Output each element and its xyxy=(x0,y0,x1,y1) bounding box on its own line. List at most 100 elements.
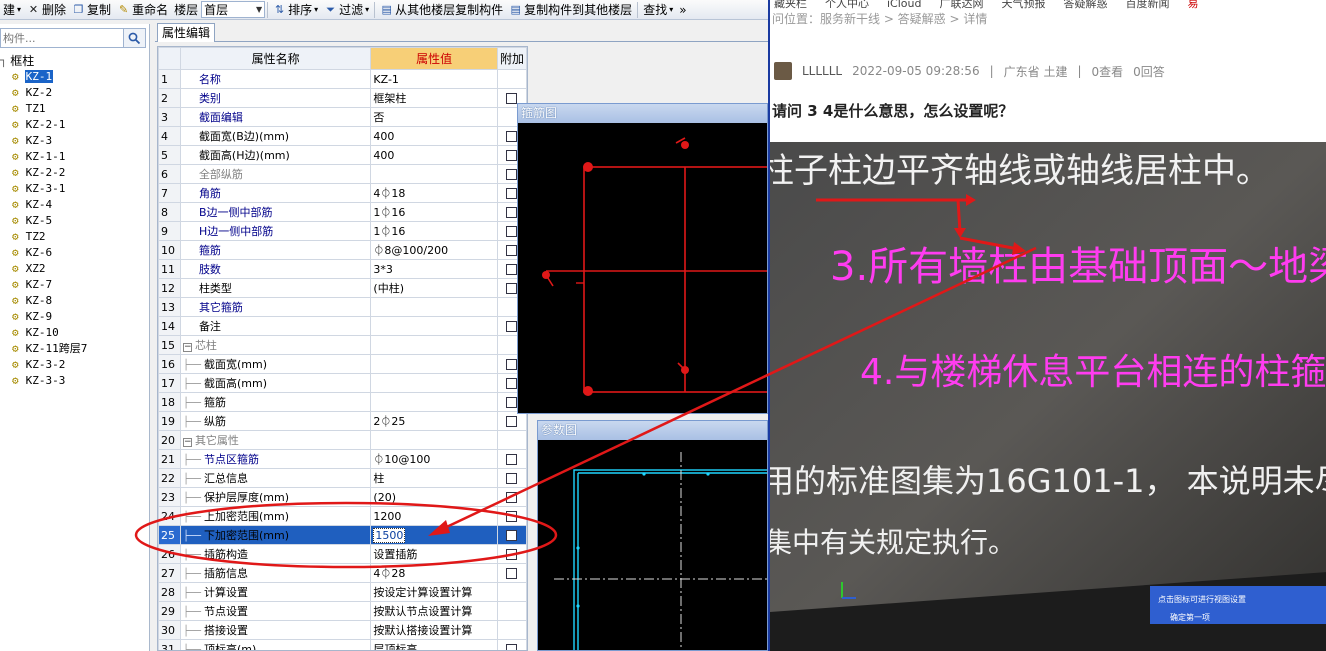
copy-from-floor-button[interactable]: ▤ 从其他楼层复制构件 xyxy=(377,0,506,19)
property-row[interactable]: 2 类别 框架柱 xyxy=(158,88,527,108)
attach-checkbox[interactable] xyxy=(506,283,518,294)
property-value-cell[interactable]: ⏀8@100/200 xyxy=(370,240,498,260)
breadcrumb[interactable]: 问位置：服务新干线 > 答疑解惑 > 详情 xyxy=(770,12,987,26)
tree-item[interactable]: ⚙ TZ2 xyxy=(0,228,148,244)
property-value-cell[interactable] xyxy=(370,392,498,412)
attach-checkbox[interactable] xyxy=(506,131,518,142)
tree-item[interactable]: ⚙ KZ-4 xyxy=(0,196,148,212)
attach-checkbox[interactable] xyxy=(506,321,518,332)
favorites-item[interactable]: 藏夹栏 xyxy=(774,0,807,10)
property-row[interactable]: 8 B边一侧中部筋 1⏀16 xyxy=(158,202,527,222)
property-row[interactable]: 29 ├── 节点设置 按默认节点设置计算 xyxy=(158,601,527,621)
property-row[interactable]: 7 角筋 4⏀18 xyxy=(158,183,527,203)
attach-checkbox[interactable] xyxy=(506,169,518,180)
property-row[interactable]: 11 肢数 3*3 xyxy=(158,259,527,279)
property-row[interactable]: 1 名称 KZ-1 xyxy=(158,69,527,89)
property-row[interactable]: 13 其它箍筋 xyxy=(158,297,527,317)
attach-checkbox[interactable] xyxy=(506,378,518,389)
attach-checkbox[interactable] xyxy=(506,397,518,408)
favorites-item[interactable]: iCloud xyxy=(887,0,921,10)
favorites-item[interactable]: 百度新闻 xyxy=(1125,0,1169,10)
property-value-cell[interactable]: 1⏀16 xyxy=(370,202,498,222)
property-value-cell[interactable]: 设置插筋 xyxy=(370,544,498,564)
property-value-cell[interactable]: 柱 xyxy=(370,468,498,488)
attach-checkbox[interactable] xyxy=(506,568,518,579)
parameter-window-title[interactable]: 参数图 xyxy=(538,421,767,440)
attach-checkbox[interactable] xyxy=(506,264,518,275)
property-row[interactable]: 24 ├── 上加密范围(mm) 1200 xyxy=(158,506,527,526)
property-value-cell[interactable]: 框架柱 xyxy=(370,88,498,108)
property-row[interactable]: 18 ├── 箍筋 xyxy=(158,392,527,412)
attach-checkbox[interactable] xyxy=(506,226,518,237)
property-row[interactable]: 12 柱类型 (中柱) xyxy=(158,278,527,298)
tree-item[interactable]: ⚙ KZ-2-2 xyxy=(0,164,148,180)
attach-checkbox[interactable] xyxy=(506,416,518,427)
filter-button[interactable]: ⏷ 过滤 ▾ xyxy=(321,0,372,19)
favorites-item[interactable]: 易 xyxy=(1187,0,1198,10)
property-row[interactable]: 25 ├── 下加密范围(mm) 1500 xyxy=(158,525,527,545)
property-value-cell[interactable]: 按默认节点设置计算 xyxy=(370,601,498,621)
tree-item[interactable]: ⚙ TZ1 xyxy=(0,100,148,116)
property-value-cell[interactable]: ⏀10@100 xyxy=(370,449,498,469)
tree-item[interactable]: ⚙ KZ-6 xyxy=(0,244,148,260)
floor-select[interactable]: 首层 ▼ xyxy=(201,1,266,18)
attach-checkbox[interactable] xyxy=(506,492,518,503)
property-row[interactable]: 31 ├── 顶标高(m) 层顶标高 xyxy=(158,639,527,650)
tree-item[interactable]: ⚙ KZ-3 xyxy=(0,132,148,148)
property-value-cell[interactable]: 4⏀28 xyxy=(370,563,498,583)
property-row[interactable]: 19 ├── 纵筋 2⏀25 xyxy=(158,411,527,431)
property-value-cell[interactable]: (中柱) xyxy=(370,278,498,298)
property-row[interactable]: 26 ├── 插筋构造 设置插筋 xyxy=(158,544,527,564)
attach-checkbox[interactable] xyxy=(506,150,518,161)
property-value-input[interactable]: 1500 xyxy=(373,527,406,543)
property-row[interactable]: 9 H边一侧中部筋 1⏀16 xyxy=(158,221,527,241)
property-value-cell[interactable] xyxy=(370,354,498,374)
attach-checkbox[interactable] xyxy=(506,207,518,218)
property-row[interactable]: 15− 芯柱 xyxy=(158,335,527,355)
property-value-cell[interactable]: 1200 xyxy=(370,506,498,526)
tree-item[interactable]: ⚙ KZ-1 xyxy=(0,68,148,84)
tree-item[interactable]: ⚙ KZ-2 xyxy=(0,84,148,100)
property-row[interactable]: 23 ├── 保护层厚度(mm) (20) xyxy=(158,487,527,507)
property-row[interactable]: 21 ├── 节点区箍筋 ⏀10@100 xyxy=(158,449,527,469)
find-button[interactable]: 查找 ▾ xyxy=(640,0,676,19)
property-row[interactable]: 30 ├── 搭接设置 按默认搭接设置计算 xyxy=(158,620,527,640)
collapse-icon[interactable]: − xyxy=(182,343,192,352)
property-row[interactable]: 17 ├── 截面高(mm) xyxy=(158,373,527,393)
property-value-cell[interactable]: 1⏀16 xyxy=(370,221,498,241)
property-value-cell[interactable] xyxy=(370,430,498,450)
avatar[interactable] xyxy=(774,62,792,80)
tab-property-edit[interactable]: 属性编辑 xyxy=(157,23,216,42)
property-value-cell[interactable]: 按默认搭接设置计算 xyxy=(370,620,498,640)
tree-item[interactable]: ⚙ KZ-2-1 xyxy=(0,116,148,132)
search-button[interactable] xyxy=(124,28,146,48)
property-value-cell[interactable]: 否 xyxy=(370,107,498,127)
rename-button[interactable]: ✎ 重命名 xyxy=(114,0,171,19)
property-value-cell[interactable]: (20) xyxy=(370,487,498,507)
property-value-cell[interactable]: 400 xyxy=(370,126,498,146)
tree-item[interactable]: ⚙ KZ-3-3 xyxy=(0,372,148,388)
tree-item[interactable]: ⚙ XZ2 xyxy=(0,260,148,276)
property-row[interactable]: 20− 其它属性 xyxy=(158,430,527,450)
property-value-cell[interactable] xyxy=(370,297,498,317)
new-button[interactable]: 建 ▾ xyxy=(0,0,24,19)
property-row[interactable]: 22 ├── 汇总信息柱 xyxy=(158,468,527,488)
tree-item[interactable]: ⚙ KZ-3-2 xyxy=(0,356,148,372)
attach-checkbox[interactable] xyxy=(506,549,518,560)
property-value-cell[interactable]: 1500 xyxy=(370,525,498,545)
tree-item[interactable]: ⚙ KZ-10 xyxy=(0,324,148,340)
property-value-cell[interactable] xyxy=(370,164,498,184)
delete-button[interactable]: ✕ 删除 xyxy=(24,0,69,19)
property-value-cell[interactable] xyxy=(370,373,498,393)
property-value-cell[interactable]: 4⏀18 xyxy=(370,183,498,203)
favorites-item[interactable]: 答疑解惑 xyxy=(1063,0,1107,10)
property-row[interactable]: 16 ├── 截面宽(mm) xyxy=(158,354,527,374)
property-row[interactable]: 27 ├── 插筋信息 4⏀28 xyxy=(158,563,527,583)
favorites-item[interactable]: 天气预报 xyxy=(1001,0,1045,10)
property-row[interactable]: 28 ├── 计算设置 按设定计算设置计算 xyxy=(158,582,527,602)
property-row[interactable]: 6 全部纵筋 xyxy=(158,164,527,184)
stirrup-window-title[interactable]: 箍筋图 xyxy=(518,104,767,123)
more-button[interactable]: » xyxy=(676,0,689,19)
tree-root[interactable]: ┐ 框柱 xyxy=(0,52,148,68)
collapse-icon[interactable]: − xyxy=(182,438,192,447)
